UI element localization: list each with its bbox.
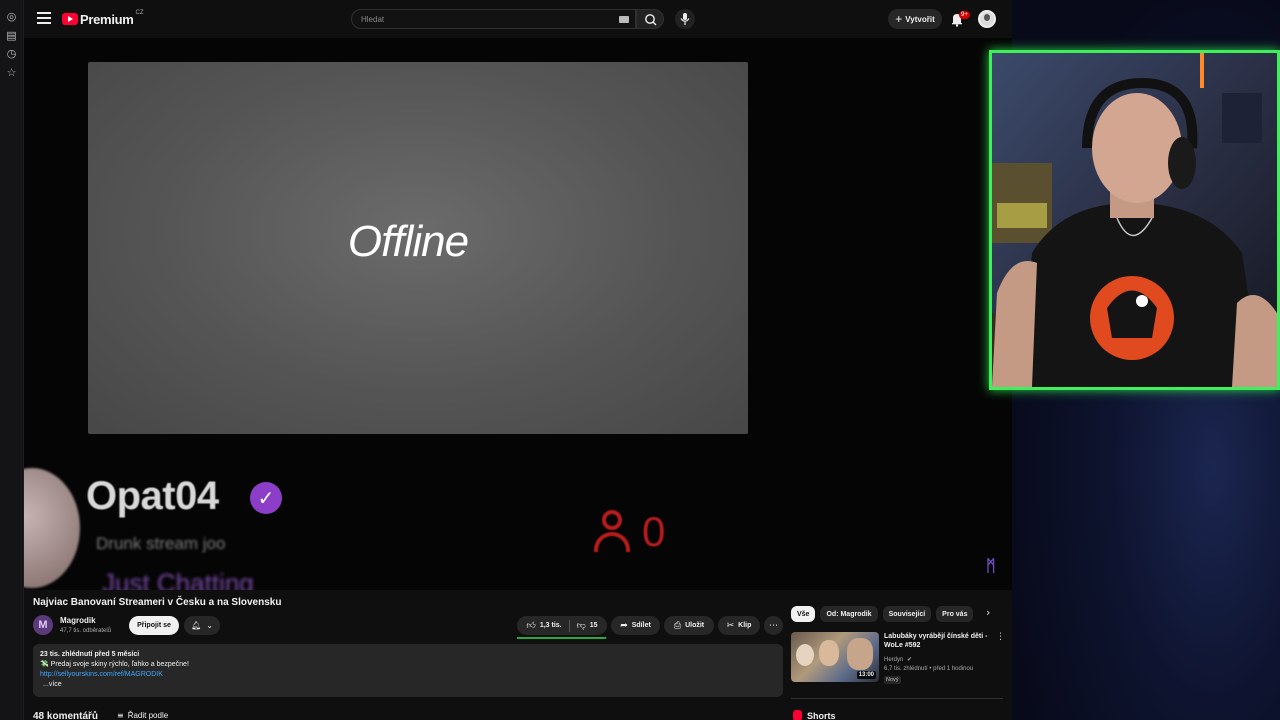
filter-chips: Vše Od: Magrodik Související Pro vás xyxy=(791,606,974,622)
sort-comments-button[interactable]: ≡ Řadit podle xyxy=(117,711,168,720)
notification-badge: 9+ xyxy=(959,11,970,19)
video-thumbnail[interactable]: 13:00 xyxy=(791,632,879,682)
like-dislike-group: 👍︎ 1,3 tis. 👎︎ 15 xyxy=(517,616,607,635)
divider xyxy=(791,698,1003,699)
bookmark-icon: ⎙ xyxy=(673,620,682,631)
chip-for-you[interactable]: Pro vás xyxy=(936,606,974,622)
shorts-icon xyxy=(793,710,802,720)
streamer-name: Opat04 xyxy=(86,474,219,518)
youtube-premium-logo[interactable]: Premium CZ xyxy=(62,10,144,27)
menu-icon[interactable] xyxy=(37,12,51,24)
bell-icon: 🔔︎ xyxy=(191,621,202,630)
channel-avatar[interactable]: M xyxy=(33,615,53,635)
share-button[interactable]: ➦ Sdílet xyxy=(611,616,660,635)
dislike-button[interactable]: 👎︎ 15 xyxy=(577,621,598,631)
show-more-link[interactable]: ...více xyxy=(40,680,776,690)
chip-from-channel[interactable]: Od: Magrodik xyxy=(820,606,878,622)
keyboard-icon[interactable] xyxy=(619,16,629,23)
viewer-counter: 0 xyxy=(592,508,665,556)
left-rail: ◎ ▤ ◷ ☆ xyxy=(0,0,24,720)
search-input[interactable]: Hledat xyxy=(351,9,636,29)
description-box[interactable]: 23 tis. zhlédnutí před 5 měsíci 💸 Predaj… xyxy=(33,644,783,697)
like-count: 1,3 tis. xyxy=(539,622,562,629)
new-badge: Nový xyxy=(884,676,901,684)
logo-text: Premium xyxy=(80,11,134,27)
streamer-face xyxy=(24,468,80,588)
webcam-person-image xyxy=(992,53,1277,387)
search-button[interactable] xyxy=(636,9,664,29)
account-avatar[interactable] xyxy=(978,10,996,28)
save-label: Uložit xyxy=(685,622,705,629)
join-button[interactable]: Připojit se xyxy=(129,616,179,635)
like-ratio-bar xyxy=(517,637,607,639)
offline-text: Offline xyxy=(347,217,469,266)
scissors-icon: ✂ xyxy=(726,620,735,631)
webcam-overlay xyxy=(989,50,1280,390)
recommended-channel[interactable]: Herdyn ✔ xyxy=(884,656,912,663)
share-icon: ➦ xyxy=(620,620,628,631)
description-meta: 23 tis. zhlédnutí před 5 měsíci xyxy=(40,651,140,658)
comments-count: 48 komentářů xyxy=(33,711,99,720)
voice-search-button[interactable] xyxy=(675,9,695,29)
save-button[interactable]: ⎙ Uložit xyxy=(664,616,714,635)
more-horizontal-icon: ⋯ xyxy=(769,620,778,631)
channel-watermark-icon[interactable]: ᛗ xyxy=(986,558,996,576)
chevron-right-icon[interactable]: › xyxy=(986,606,990,619)
more-vertical-icon[interactable]: ⋮ xyxy=(996,632,1005,642)
viewer-count: 0 xyxy=(642,508,666,555)
thumbs-down-icon: 👎︎ xyxy=(576,620,586,631)
star-icon[interactable]: ☆ xyxy=(5,66,18,79)
channel-subscribers: 47,7 tis. odběratelů xyxy=(60,628,112,634)
logo-region: CZ xyxy=(135,10,144,16)
recommended-video[interactable]: 13:00 Labubáky vyrábějí čínské děti - Wo… xyxy=(791,632,1005,684)
stream-subtitle: Drunk stream joo xyxy=(96,534,226,553)
like-button[interactable]: 👍︎ 1,3 tis. xyxy=(526,621,561,631)
video-player[interactable]: Offline Opat04 ✓ Drunk stream joo Just C… xyxy=(24,38,1012,590)
verified-icon: ✔ xyxy=(907,656,913,663)
video-title: Najviac Banovaní Streameri v Česku a na … xyxy=(33,597,282,608)
search-placeholder: Hledat xyxy=(361,15,385,24)
sort-label: Řadit podle xyxy=(127,711,169,720)
shorts-label: Shorts xyxy=(807,710,836,720)
create-button[interactable]: + Vytvořit xyxy=(888,9,942,29)
offline-screen: Offline xyxy=(88,62,748,434)
like-divider xyxy=(568,619,570,632)
plus-icon: + xyxy=(895,12,903,26)
person-icon xyxy=(592,510,632,554)
search-icon xyxy=(645,14,657,26)
subscribe-notification-button[interactable]: 🔔︎ ⌄ xyxy=(184,616,220,635)
recommended-title[interactable]: Labubáky vyrábějí čínské děti - WoLe #59… xyxy=(884,632,996,650)
stream-category: Just Chatting xyxy=(102,568,254,590)
youtube-page: Premium CZ Hledat + Vytvořit 9+ Offline … xyxy=(24,0,1012,720)
recommended-channel-name: Herdyn xyxy=(884,657,904,663)
dislike-count: 15 xyxy=(589,622,598,629)
recommended-meta: 6,7 tis. zhlédnutí • před 1 hodinou xyxy=(884,666,974,672)
chip-all[interactable]: Vše xyxy=(791,606,816,622)
channel-name[interactable]: Magrodik xyxy=(60,616,96,625)
microphone-icon xyxy=(680,13,690,25)
chip-related[interactable]: Související xyxy=(882,606,932,622)
library-icon[interactable]: ▤ xyxy=(5,29,18,42)
description-line: 💸 Predaj svoje skiny rýchlo, ľahko a bez… xyxy=(40,661,189,668)
sort-icon: ≡ xyxy=(117,711,124,720)
home-icon[interactable]: ◎ xyxy=(5,10,18,23)
youtube-play-icon xyxy=(62,13,78,25)
clip-button[interactable]: ✂ Klip xyxy=(718,616,760,635)
top-header: Premium CZ Hledat + Vytvořit 9+ xyxy=(24,0,1012,38)
verified-check-icon: ✓ xyxy=(250,482,282,514)
create-label: Vytvořit xyxy=(905,14,935,24)
shorts-section-header: Shorts xyxy=(793,710,836,720)
more-actions-button[interactable]: ⋯ xyxy=(764,616,783,635)
share-label: Sdílet xyxy=(631,622,651,629)
video-duration: 13:00 xyxy=(856,671,876,679)
chevron-down-icon: ⌄ xyxy=(206,621,213,630)
clip-label: Klip xyxy=(738,622,752,629)
thumbs-up-icon: 👍︎ xyxy=(526,620,536,631)
notifications-button[interactable]: 9+ xyxy=(949,9,970,29)
description-link[interactable]: http://sellyourskins.com/ref/MAGRODIK xyxy=(40,670,776,680)
history-icon[interactable]: ◷ xyxy=(5,47,18,60)
